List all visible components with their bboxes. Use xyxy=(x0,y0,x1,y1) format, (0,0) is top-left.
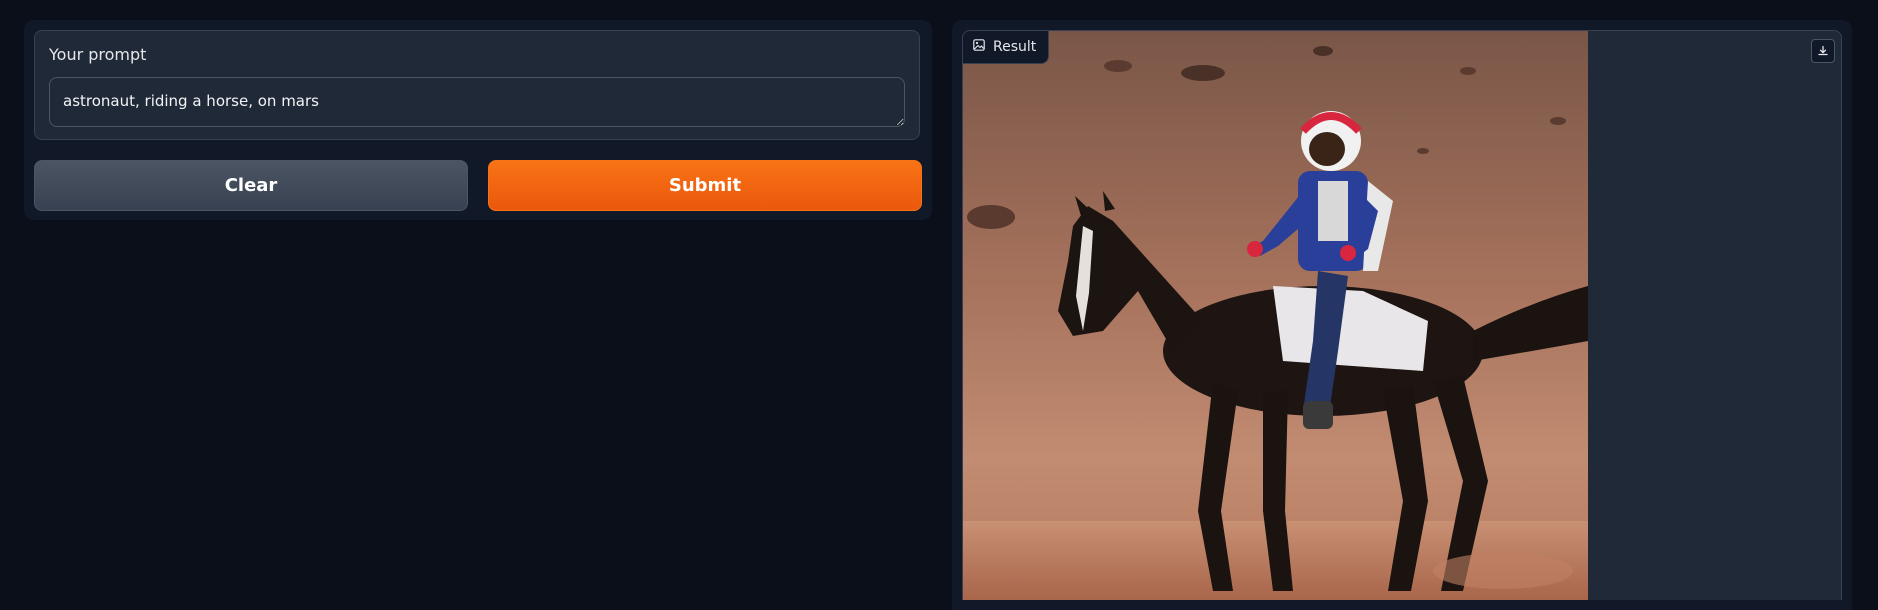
download-button[interactable] xyxy=(1811,39,1835,63)
submit-button[interactable]: Submit xyxy=(488,160,922,211)
download-icon xyxy=(1817,42,1829,61)
output-panel: Result xyxy=(952,20,1852,610)
result-block: Result xyxy=(962,30,1842,600)
prompt-label: Your prompt xyxy=(49,45,147,64)
result-label-tab: Result xyxy=(963,31,1050,64)
prompt-input[interactable]: astronaut, riding a horse, on mars xyxy=(49,77,905,127)
result-label: Result xyxy=(993,39,1037,55)
prompt-block: Your prompt astronaut, riding a horse, o… xyxy=(34,30,920,140)
input-panel: Your prompt astronaut, riding a horse, o… xyxy=(24,20,932,220)
clear-button[interactable]: Clear xyxy=(34,160,468,211)
image-icon xyxy=(973,39,985,55)
result-image xyxy=(963,31,1588,600)
